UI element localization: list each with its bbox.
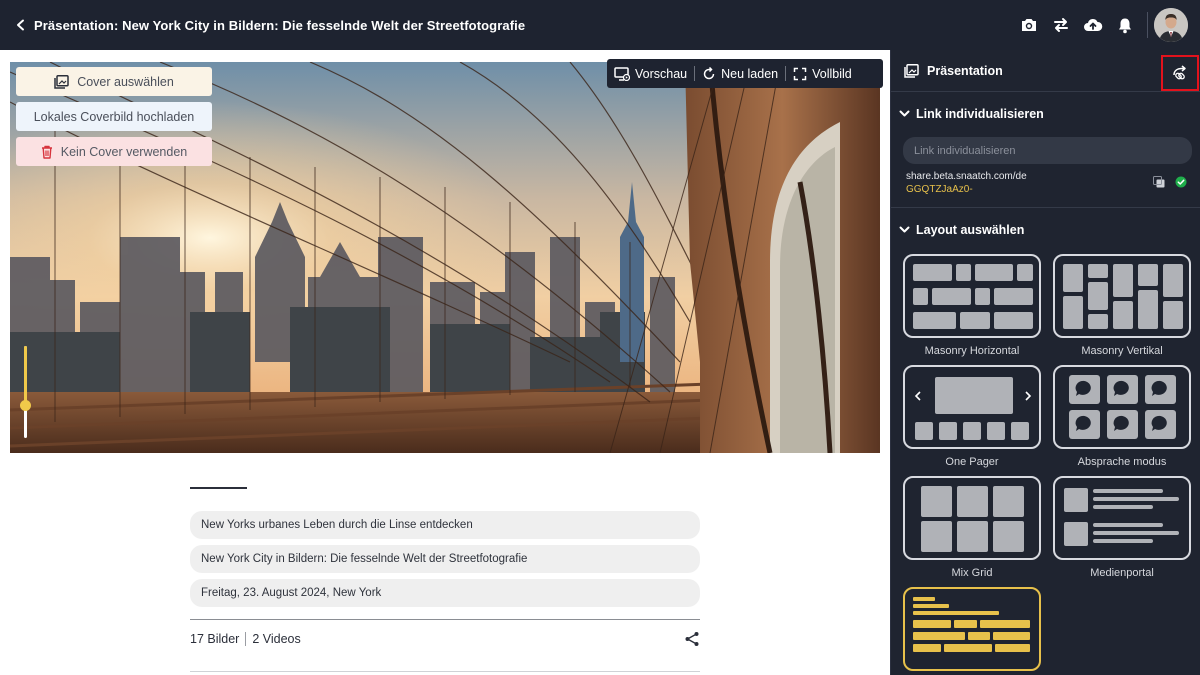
subtitle-field[interactable]: New Yorks urbanes Leben durch die Linse … [190, 511, 700, 539]
top-actions [1013, 0, 1188, 50]
panel-title: Präsentation [927, 63, 1003, 78]
layout-medienportal[interactable] [1053, 476, 1191, 560]
preview-button[interactable]: Vorschau [607, 59, 694, 88]
reload-button[interactable]: Neu laden [695, 59, 785, 88]
share-link-token: GGQTZJaAz0- [906, 184, 973, 195]
share-link[interactable]: share.beta.snaatch.com/de GGQTZJaAz0- [906, 170, 1027, 196]
fullscreen-button[interactable]: Vollbild [786, 59, 859, 88]
count-separator [245, 632, 247, 646]
panel-divider [891, 207, 1200, 208]
layout-label: One Pager [945, 456, 999, 468]
cover-select-label: Cover auswählen [77, 74, 174, 89]
top-separator [1147, 12, 1148, 38]
avatar[interactable] [1154, 8, 1188, 42]
cover-none-label: Kein Cover verwenden [60, 144, 188, 159]
cover-upload-label: Lokales Coverbild hochladen [33, 109, 195, 124]
zoom-slider[interactable] [20, 346, 31, 438]
layout-label: Absprache modus [1077, 456, 1167, 468]
cover-upload-button[interactable]: Lokales Coverbild hochladen [16, 102, 212, 131]
cloud-upload-icon [1084, 18, 1103, 31]
slider-handle[interactable] [20, 400, 31, 411]
chevron-down-icon [899, 226, 910, 234]
share-link-button[interactable] [1161, 55, 1199, 91]
fullscreen-label: Vollbild [812, 66, 852, 81]
main-area: Cover auswählen Lokales Coverbild hochla… [0, 50, 890, 675]
cover-select-button[interactable]: Cover auswählen [16, 67, 212, 96]
link-section-label: Link individualisieren [916, 107, 1044, 121]
share-icon [685, 632, 699, 646]
link-valid-indicator [1175, 175, 1187, 193]
gallery-icon [904, 63, 919, 78]
images-count: 17 Bilder [190, 632, 240, 646]
chevron-right-icon [1025, 391, 1032, 401]
page-title: Präsentation: New York City in Bildern: … [34, 17, 526, 33]
top-bar: Präsentation: New York City in Bildern: … [0, 0, 1200, 50]
layout-section-label: Layout auswählen [916, 223, 1025, 237]
title-field[interactable]: New York City in Bildern: Die fesselnde … [190, 545, 700, 573]
layout-label: Masonry Vertikal [1081, 345, 1163, 357]
notifications-button[interactable] [1109, 9, 1141, 41]
layout-section-toggle[interactable]: Layout auswählen [899, 223, 1024, 237]
upload-button[interactable] [1077, 9, 1109, 41]
date-location-field[interactable]: Freitag, 23. August 2024, New York [190, 579, 700, 607]
swap-arrows-icon [1054, 18, 1068, 32]
link-section-toggle[interactable]: Link individualisieren [899, 107, 1044, 121]
check-circle-icon [1175, 176, 1187, 188]
comment-grid-icon [1069, 375, 1176, 439]
gallery-icon [54, 74, 69, 89]
layout-label: Mix Grid [951, 567, 993, 579]
presentation-panel: Präsentation Link individualisieren shar… [890, 50, 1200, 675]
preview-label: Vorschau [635, 66, 688, 81]
videos-count: 2 Videos [252, 632, 301, 646]
user-avatar-icon [1154, 8, 1188, 42]
preview-toolbar: Vorschau Neu laden Vollbild [607, 59, 883, 88]
monitor-play-icon [614, 66, 630, 81]
camera-button[interactable] [1013, 9, 1045, 41]
bell-icon [1119, 18, 1131, 33]
switch-button[interactable] [1045, 9, 1077, 41]
layout-label: Medienportal [1090, 567, 1154, 579]
layout-mix-grid[interactable] [903, 476, 1041, 560]
layout-one-pager[interactable] [903, 365, 1041, 449]
layout-masonry-vertical[interactable] [1053, 254, 1191, 338]
link-custom-input[interactable] [903, 137, 1192, 164]
camera-icon [1022, 19, 1036, 31]
layout-selected-option[interactable] [903, 587, 1041, 671]
layout-masonry-horizontal[interactable] [903, 254, 1041, 338]
bottom-divider [190, 671, 700, 672]
cover-none-button[interactable]: Kein Cover verwenden [16, 137, 212, 166]
title-divider [190, 487, 247, 489]
layout-absprache-modus[interactable] [1053, 365, 1191, 449]
chevron-down-icon [899, 110, 910, 118]
link-share-icon [1173, 65, 1186, 80]
slider-fill [24, 346, 27, 406]
media-counts: 17 Bilder 2 Videos [190, 632, 301, 646]
refresh-icon [702, 66, 716, 81]
chevron-left-icon [914, 391, 921, 401]
panel-header: Präsentation [891, 50, 1200, 92]
content-divider [190, 619, 700, 620]
back-button[interactable] [8, 12, 34, 38]
reload-label: Neu laden [721, 66, 779, 81]
share-button[interactable] [684, 631, 700, 647]
chevron-left-icon [17, 19, 24, 31]
fullscreen-icon [793, 67, 807, 81]
share-link-base: share.beta.snaatch.com/de [906, 171, 1027, 182]
copy-icon [1153, 176, 1165, 188]
copy-link-button[interactable] [1153, 175, 1165, 193]
layout-label: Masonry Horizontal [924, 345, 1020, 357]
trash-icon [41, 145, 53, 159]
